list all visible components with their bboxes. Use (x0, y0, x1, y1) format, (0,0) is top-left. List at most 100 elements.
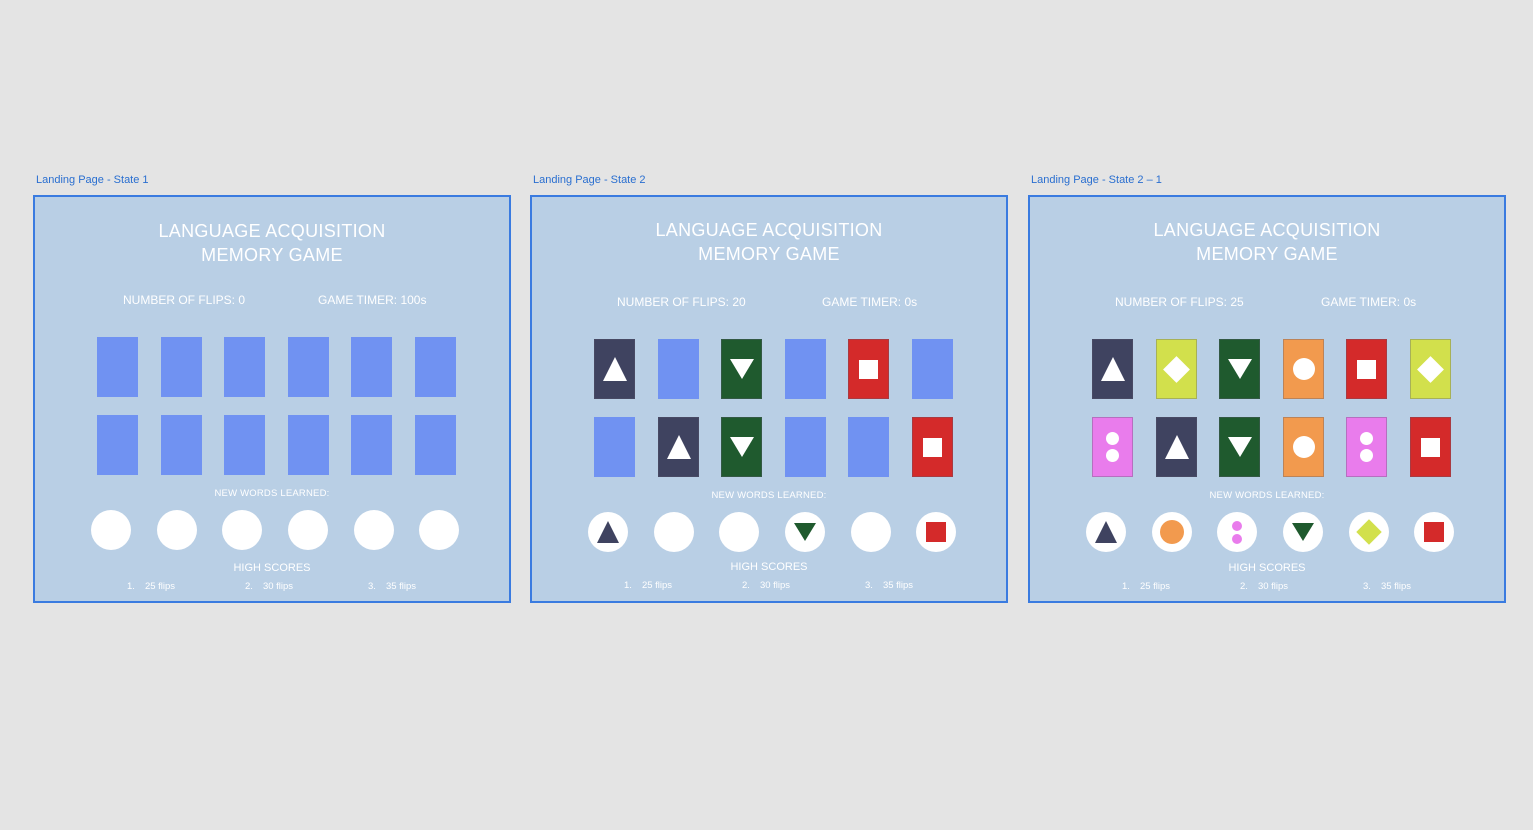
high-score-rank: 3. (865, 580, 873, 591)
artboard-label[interactable]: Landing Page - State 2 – 1 (1031, 174, 1162, 186)
square-icon (1424, 522, 1444, 542)
memory-card-back[interactable] (288, 337, 329, 397)
word-slot-empty[interactable] (288, 510, 328, 550)
memory-card-triangle-up[interactable] (1156, 417, 1197, 477)
word-slot-diamond[interactable] (1349, 512, 1389, 552)
memory-card-back[interactable] (224, 415, 265, 475)
title-line-1: LANGUAGE ACQUISITION (1153, 220, 1381, 240)
triangle-up-icon (1095, 521, 1117, 543)
memory-card-triangle-down[interactable] (1219, 417, 1260, 477)
word-slot-square[interactable] (1414, 512, 1454, 552)
memory-card-square[interactable] (1410, 417, 1451, 477)
memory-card-back[interactable] (658, 339, 699, 399)
word-slot-empty[interactable] (91, 510, 131, 550)
word-slot-empty[interactable] (654, 512, 694, 552)
memory-card-back[interactable] (415, 337, 456, 397)
triangle-up-icon (602, 357, 627, 381)
memory-card-square[interactable] (1346, 339, 1387, 399)
memory-card-circle[interactable] (1283, 339, 1324, 399)
flip-counter: NUMBER OF FLIPS: 20 (617, 295, 746, 309)
high-score-rank: 1. (624, 580, 632, 591)
memory-card-diamond[interactable] (1410, 339, 1451, 399)
memory-card-back[interactable] (351, 415, 392, 475)
memory-card-two-dots[interactable] (1346, 417, 1387, 477)
two-dots-icon (1106, 432, 1119, 462)
memory-card-back[interactable] (351, 337, 392, 397)
title-line-2: MEMORY GAME (698, 244, 840, 264)
high-scores-title: HIGH SCORES (1228, 562, 1306, 574)
landing-page-frame: LANGUAGE ACQUISITION MEMORY GAME NUMBER OF… (530, 195, 1008, 603)
triangle-down-icon (794, 523, 816, 541)
title-line-1: LANGUAGE ACQUISITION (158, 221, 386, 241)
word-slot-circle[interactable] (1152, 512, 1192, 552)
memory-card-circle[interactable] (1283, 417, 1324, 477)
memory-card-square[interactable] (848, 339, 889, 399)
circle-icon (1292, 358, 1315, 380)
memory-card-triangle-up[interactable] (1092, 339, 1133, 399)
word-slot-triangle-down[interactable] (1283, 512, 1323, 552)
high-score-entry: 1. 25 flips (624, 580, 672, 591)
high-score-rank: 2. (742, 580, 750, 591)
new-words-label: NEW WORDS LEARNED: (711, 490, 827, 501)
high-score-rank: 3. (1363, 581, 1371, 592)
square-icon (1421, 437, 1440, 457)
high-score-entry: 1. 25 flips (1122, 581, 1170, 592)
memory-card-triangle-down[interactable] (721, 417, 762, 477)
word-slot-two-dots[interactable] (1217, 512, 1257, 552)
memory-card-back[interactable] (224, 337, 265, 397)
title-line-2: MEMORY GAME (201, 245, 343, 265)
word-slot-triangle-down[interactable] (785, 512, 825, 552)
word-slot-empty[interactable] (354, 510, 394, 550)
word-slot-empty[interactable] (419, 510, 459, 550)
triangle-down-icon (729, 437, 754, 457)
memory-card-back[interactable] (97, 337, 138, 397)
memory-card-diamond[interactable] (1156, 339, 1197, 399)
new-words-label: NEW WORDS LEARNED: (1209, 490, 1325, 501)
memory-card-triangle-up[interactable] (658, 417, 699, 477)
memory-card-back[interactable] (594, 417, 635, 477)
memory-card-back[interactable] (785, 417, 826, 477)
page-title: LANGUAGE ACQUISITION MEMORY GAME (1030, 218, 1504, 266)
memory-card-back[interactable] (415, 415, 456, 475)
diamond-icon (1163, 355, 1190, 383)
word-slot-empty[interactable] (157, 510, 197, 550)
memory-card-back[interactable] (848, 417, 889, 477)
memory-card-triangle-down[interactable] (721, 339, 762, 399)
high-score-entry: 2. 30 flips (1240, 581, 1288, 592)
word-slot-empty[interactable] (222, 510, 262, 550)
game-timer: GAME TIMER: 100s (318, 293, 427, 307)
high-score-rank: 3. (368, 581, 376, 592)
high-score-entry: 2. 30 flips (245, 581, 293, 592)
triangle-up-icon (1100, 357, 1125, 381)
word-slot-square[interactable] (916, 512, 956, 552)
circle-icon (1292, 436, 1315, 458)
triangle-down-icon (1227, 437, 1252, 457)
high-score-value: 35 flips (1380, 581, 1412, 592)
memory-card-square[interactable] (912, 417, 953, 477)
high-scores-title: HIGH SCORES (730, 561, 808, 573)
memory-card-back[interactable] (912, 339, 953, 399)
high-score-value: 25 flips (641, 580, 673, 591)
memory-card-back[interactable] (288, 415, 329, 475)
word-slot-empty[interactable] (719, 512, 759, 552)
memory-card-back[interactable] (785, 339, 826, 399)
word-slot-empty[interactable] (851, 512, 891, 552)
memory-card-triangle-up[interactable] (594, 339, 635, 399)
memory-card-back[interactable] (161, 337, 202, 397)
artboard-label[interactable]: Landing Page - State 2 (533, 174, 646, 186)
word-slot-triangle-up[interactable] (1086, 512, 1126, 552)
artboard-label[interactable]: Landing Page - State 1 (36, 174, 149, 186)
memory-card-two-dots[interactable] (1092, 417, 1133, 477)
square-icon (1357, 359, 1376, 379)
memory-card-back[interactable] (97, 415, 138, 475)
page-title: LANGUAGE ACQUISITION MEMORY GAME (35, 219, 509, 267)
memory-card-back[interactable] (161, 415, 202, 475)
high-scores-title: HIGH SCORES (233, 562, 311, 574)
title-line-2: MEMORY GAME (1196, 244, 1338, 264)
high-score-value: 30 flips (1257, 581, 1289, 592)
word-slot-triangle-up[interactable] (588, 512, 628, 552)
high-score-value: 25 flips (1139, 581, 1171, 592)
high-score-entry: 3. 35 flips (368, 581, 416, 592)
memory-card-triangle-down[interactable] (1219, 339, 1260, 399)
diamond-icon (1417, 355, 1444, 383)
